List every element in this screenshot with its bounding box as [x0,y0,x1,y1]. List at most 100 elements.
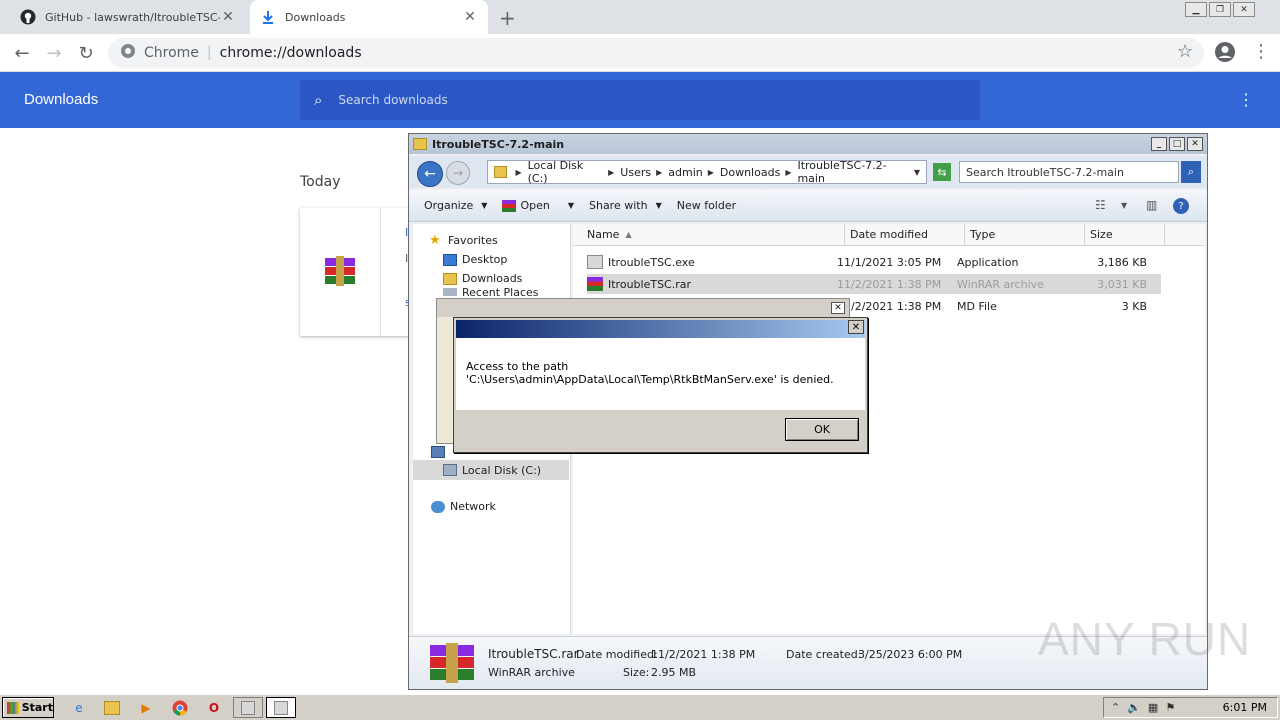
chevron-right-icon[interactable]: ▶ [515,168,521,177]
close-tab-icon[interactable]: ✕ [462,9,478,25]
media-player-icon[interactable]: ▶ [137,699,155,717]
folder-icon [413,138,427,150]
forward-arrow-icon[interactable]: → [42,41,66,65]
start-label: Start [21,701,53,714]
minimize-button[interactable]: ▁ [1185,2,1207,17]
chevron-down-icon: ▼ [655,201,662,210]
error-dialog-titlebar[interactable] [456,320,865,338]
close-tab-icon[interactable]: ✕ [220,9,236,25]
breadcrumb-item[interactable]: Local Disk (C:) [528,159,604,185]
tab-github[interactable]: GitHub - lawswrath/ItroubleTSC-7.2 ✕ [10,0,246,34]
chevron-down-icon: ▼ [481,201,488,210]
new-tab-button[interactable]: + [499,6,516,30]
organize-button[interactable]: Organize ▼ [424,199,487,212]
details-modified-label: Date modified: [576,648,658,661]
breadcrumb-item[interactable]: ItroubleTSC-7.2-main [797,159,908,185]
column-header-empty [1165,224,1205,246]
restore-button[interactable]: ❐ [1209,2,1231,17]
view-options-icon[interactable]: ☷ [1095,198,1106,212]
recent-places-icon [443,288,457,296]
desktop-icon [443,253,457,266]
chevron-right-icon[interactable]: ▶ [708,168,714,177]
nav-item-local-disk[interactable]: Local Disk (C:) [413,460,569,480]
nav-item-network[interactable]: Network [431,500,496,513]
file-type: MD File [957,299,997,313]
file-date: 11/2/2021 1:38 PM [837,277,942,291]
nav-item-favorites[interactable]: ★ Favorites [429,234,498,248]
taskbar-app-itroubletsc[interactable] [233,697,263,718]
new-folder-button[interactable]: New folder [677,199,736,212]
close-icon[interactable]: ✕ [848,320,864,334]
nav-label: Recent Places [462,288,539,296]
start-button[interactable]: Start [2,697,54,718]
preview-pane-icon[interactable]: ▥ [1146,198,1157,212]
column-header-name[interactable]: Name ▲ [573,224,845,246]
taskbar-app-itroubletsc-active[interactable] [266,697,296,718]
nav-item-downloads[interactable]: Downloads [443,272,522,285]
breadcrumb-item[interactable]: Downloads [720,166,780,179]
card-divider [380,208,381,336]
chevron-right-icon[interactable]: ▶ [785,168,791,177]
column-header-type[interactable]: Type [965,224,1085,246]
close-window-button[interactable]: ✕ [1233,2,1255,17]
chevron-right-icon[interactable]: ▶ [608,168,614,177]
tab-downloads[interactable]: Downloads ✕ [250,0,488,34]
opera-icon[interactable]: O [205,699,223,717]
page-title: Downloads [24,91,99,108]
chrome-icon[interactable] [171,699,189,717]
ok-button[interactable]: OK [785,418,859,441]
nav-item-desktop[interactable]: Desktop [443,253,507,266]
explorer-search-input[interactable]: Search ItroubleTSC-7.2-main [959,161,1179,183]
error-dialog-body: Access to the path 'C:\Users\admin\AppDa… [456,338,865,410]
window-controls: ▁ ❐ ✕ [1183,2,1255,17]
breadcrumb-item[interactable]: admin [668,166,702,179]
search-icon[interactable]: ⌕ [1181,161,1201,183]
back-arrow-icon[interactable]: ← [10,41,34,65]
background-dialog-titlebar[interactable]: ✕ [437,299,849,317]
folder-icon [494,166,508,178]
refresh-icon[interactable]: ⇆ [933,163,951,181]
explorer-titlebar[interactable]: ItroubleTSC-7.2-main _ □ ✕ [409,134,1207,154]
maximize-button[interactable]: □ [1169,137,1185,151]
taskbar: Start e ▶ O ⌃ 🔈 ▦ ⚑ 6:01 PM [0,694,1280,720]
close-button[interactable]: ✕ [1187,137,1203,151]
explorer-title: ItroubleTSC-7.2-main [432,137,565,151]
file-row[interactable]: ItroubleTSC.rar 11/2/2021 1:38 PM WinRAR… [587,274,1161,294]
nav-item-recent-places[interactable]: Recent Places [443,288,539,296]
chevron-down-icon[interactable]: ▼ [1121,201,1127,210]
show-hidden-icons-icon[interactable]: ⌃ [1111,701,1120,714]
internet-explorer-icon[interactable]: e [70,699,88,717]
network-status-icon[interactable]: ▦ [1148,701,1158,714]
reload-icon[interactable]: ↻ [74,41,98,65]
file-name: ItroubleTSC.exe [608,255,695,269]
minimize-button[interactable]: _ [1151,137,1167,151]
back-arrow-icon[interactable]: ← [417,161,443,187]
action-center-flag-icon[interactable]: ⚑ [1165,701,1175,714]
column-header-size[interactable]: Size [1085,224,1165,246]
file-explorer-icon[interactable] [104,701,120,715]
open-button[interactable]: Open ▼ [502,199,574,212]
downloads-search[interactable]: ⌕ Search downloads [300,80,980,120]
file-row[interactable]: ItroubleTSC.exe 11/1/2021 3:05 PM Applic… [587,252,1161,272]
details-size-value: 2.95 MB [651,666,697,679]
chevron-right-icon[interactable]: ▶ [656,168,662,177]
column-header-date[interactable]: Date modified [845,224,965,246]
bookmark-star-icon[interactable]: ☆ [1177,41,1193,62]
downloads-menu-icon[interactable]: ⋮ [1238,90,1254,109]
volume-icon[interactable]: 🔈 [1127,701,1141,714]
chevron-down-icon[interactable]: ▼ [914,168,920,177]
breadcrumb[interactable]: ▶ Local Disk (C:) ▶ Users ▶ admin ▶ Down… [487,159,927,185]
download-icon [260,9,276,25]
file-size: 3,186 KB [1097,255,1147,269]
help-icon[interactable]: ? [1173,198,1189,214]
breadcrumb-item[interactable]: Users [620,166,651,179]
forward-arrow-icon[interactable]: → [446,161,470,185]
search-placeholder: Search ItroubleTSC-7.2-main [966,165,1124,179]
omnibox-chip: Chrome [144,45,199,61]
chrome-logo-icon [120,43,136,63]
share-with-button[interactable]: Share with ▼ [589,199,662,212]
chrome-menu-icon[interactable]: ⋮ [1252,41,1270,62]
profile-avatar-icon[interactable] [1214,41,1236,68]
close-icon[interactable]: ✕ [831,302,845,314]
address-bar[interactable]: Chrome | chrome://downloads [108,38,1204,68]
